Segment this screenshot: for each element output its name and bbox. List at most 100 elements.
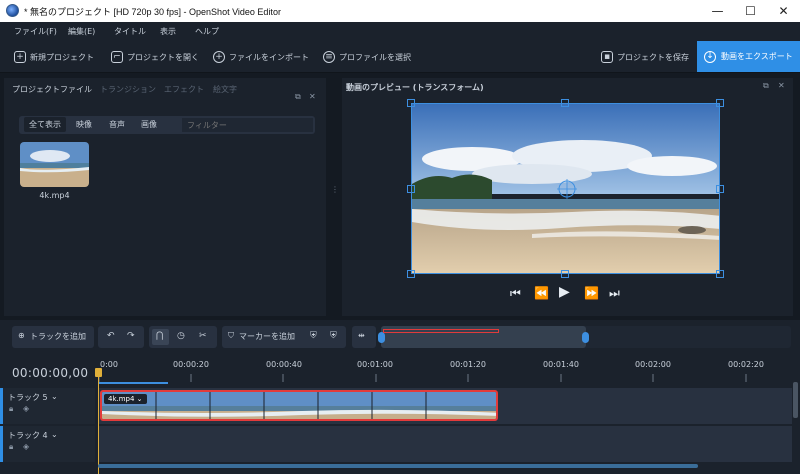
zoom-handle-left[interactable] <box>378 332 385 343</box>
play-icon[interactable]: ▶ <box>559 284 570 300</box>
visibility-icon[interactable]: ◈ <box>23 404 29 413</box>
undo-icon[interactable]: ↶ <box>107 331 115 341</box>
clip-label: 4k.mp4 ⌄ <box>104 394 147 404</box>
track-header: トラック 5 ⌄ 🔒︎ ◈ <box>0 388 95 424</box>
filter-video-button[interactable]: 映像 <box>76 119 92 130</box>
lock-icon[interactable]: 🔒︎ <box>9 404 13 414</box>
transform-handle-top-right[interactable] <box>716 99 724 107</box>
next-marker-icon[interactable]: ⛨ <box>330 331 337 341</box>
float-preview-icon[interactable]: ⧉ <box>763 81 769 91</box>
new-project-button[interactable]: + 新規プロジェクト <box>14 47 94 67</box>
vertical-splitter-handle[interactable]: ⋮ <box>331 185 339 194</box>
open-project-button[interactable]: ⌐ プロジェクトを開く <box>111 47 199 67</box>
transform-handle-top[interactable] <box>561 99 569 107</box>
add-track-button[interactable]: ⊕ トラックを追加 <box>12 326 94 348</box>
edit-tools-group: ⋂ ◷ ✂ <box>149 326 217 348</box>
export-video-button[interactable]: ↓ 動画をエクスポート <box>697 41 800 72</box>
add-circle-icon: + <box>213 51 225 63</box>
open-project-label: プロジェクトを開く <box>127 52 199 62</box>
track-menu-chevron-icon[interactable]: ⌄ <box>51 392 58 401</box>
ruler-tick: 00:01:00 <box>357 360 393 369</box>
close-preview-icon[interactable]: ✕ <box>778 81 785 90</box>
video-clip[interactable]: 4k.mp4 ⌄ <box>100 390 498 421</box>
export-video-label: 動画をエクスポート <box>721 52 793 61</box>
preview-panel: 動画のプレビュー (トランスフォーム) ⧉ ✕ ⏮ ⏪ ▶ ⏩ ⏭ <box>342 78 793 316</box>
timeline-zoom-slider[interactable] <box>378 326 791 348</box>
playhead-handle[interactable] <box>95 368 102 377</box>
snapping-icon[interactable]: ⋂ <box>156 331 163 341</box>
profile-icon: ≡ <box>323 51 335 63</box>
time-ruler[interactable] <box>98 372 798 384</box>
track-name: トラック 5 <box>8 393 48 402</box>
maximize-button[interactable]: ☐ <box>734 0 767 22</box>
horizontal-scrollbar[interactable] <box>98 464 698 468</box>
zoom-handle-right[interactable] <box>582 332 589 343</box>
center-timeline-button[interactable]: ⇹ <box>352 326 376 348</box>
filter-input[interactable] <box>182 118 313 132</box>
tab-emojis[interactable]: 絵文字 <box>213 84 237 95</box>
undo-redo-group: ↶ ↷ <box>98 326 144 348</box>
track-4[interactable]: トラック 4 ⌄ 🔒︎ ◈ <box>0 426 800 462</box>
menu-view[interactable]: 表示 <box>160 26 176 37</box>
plus-icon: + <box>14 51 26 63</box>
import-files-label: ファイルをインポート <box>229 52 309 62</box>
track-name: トラック 4 <box>8 431 48 440</box>
save-project-button[interactable]: ▪ プロジェクトを保存 <box>601 47 689 67</box>
import-files-button[interactable]: + ファイルをインポート <box>213 47 309 67</box>
clip-label-text: 4k.mp4 <box>108 395 135 403</box>
file-name: 4k.mp4 <box>39 191 70 200</box>
rewind-icon[interactable]: ⏪ <box>534 286 549 300</box>
file-thumbnail[interactable] <box>20 142 89 187</box>
close-panel-icon[interactable]: ✕ <box>309 92 316 101</box>
transform-handle-bottom-right[interactable] <box>716 270 724 278</box>
playhead[interactable] <box>95 368 102 474</box>
video-preview-frame[interactable] <box>411 103 720 274</box>
menu-help[interactable]: ヘルプ <box>195 26 219 37</box>
add-marker-label[interactable]: マーカーを追加 <box>239 331 295 342</box>
fast-forward-icon[interactable]: ⏩ <box>584 286 599 300</box>
track-menu-chevron-icon[interactable]: ⌄ <box>51 430 58 439</box>
vertical-scrollbar[interactable] <box>793 382 798 418</box>
menu-edit[interactable]: 編集(E) <box>68 26 95 37</box>
ruler-tick: 00:01:20 <box>450 360 486 369</box>
track-lane[interactable] <box>98 426 792 462</box>
window-title: * 無名のプロジェクト [HD 720p 30 fps] - OpenShot … <box>24 7 281 17</box>
filter-image-button[interactable]: 画像 <box>141 119 157 130</box>
previous-marker-icon[interactable]: ⛨ <box>310 331 317 341</box>
clip-thumbnails <box>102 392 496 419</box>
close-button[interactable]: ✕ <box>767 0 800 22</box>
transform-handle-top-left[interactable] <box>407 99 415 107</box>
filter-all-button[interactable]: 全て表示 <box>24 117 66 132</box>
filter-audio-button[interactable]: 音声 <box>109 119 125 130</box>
tab-effects[interactable]: エフェクト <box>164 84 204 95</box>
transform-handle-bottom[interactable] <box>561 270 569 278</box>
razor-icon[interactable]: ✂ <box>199 331 207 341</box>
redo-icon[interactable]: ↷ <box>127 331 135 341</box>
transform-handle-left[interactable] <box>407 185 415 193</box>
center-playhead-icon: ⇹ <box>358 331 365 340</box>
transform-handle-bottom-left[interactable] <box>407 270 415 278</box>
track-header: トラック 4 ⌄ 🔒︎ ◈ <box>0 426 95 462</box>
filter-bar: 全て表示 映像 音声 画像 <box>19 116 315 134</box>
tab-transitions[interactable]: トランジション <box>100 84 156 95</box>
float-panel-icon[interactable]: ⧉ <box>295 92 301 102</box>
ruler-tick: 00:02:00 <box>635 360 671 369</box>
minimize-button[interactable]: — <box>701 0 734 22</box>
timecode-display: 00:00:00,00 <box>12 366 89 380</box>
menu-bar: ファイル(F) 編集(E) タイトル 表示 ヘルプ <box>0 22 800 41</box>
lock-icon[interactable]: 🔒︎ <box>9 442 13 452</box>
jump-start-icon[interactable]: ⏮ <box>510 286 521 301</box>
timing-icon[interactable]: ◷ <box>177 331 185 341</box>
download-icon: ↓ <box>704 50 716 63</box>
add-track-label: トラックを追加 <box>30 332 86 341</box>
visibility-icon[interactable]: ◈ <box>23 442 29 451</box>
new-project-label: 新規プロジェクト <box>30 52 94 62</box>
tab-project-files[interactable]: プロジェクトファイル <box>12 84 92 95</box>
transform-handle-right[interactable] <box>716 185 724 193</box>
timeline-toolbar: ⊕ トラックを追加 ↶ ↷ ⋂ ◷ ✂ ⛉ マーカーを追加 ⛨ ⛨ ⇹ <box>0 320 800 354</box>
menu-title[interactable]: タイトル <box>114 26 146 37</box>
choose-profile-button[interactable]: ≡ プロファイルを選択 <box>323 47 411 67</box>
save-icon: ▪ <box>601 51 613 63</box>
menu-file[interactable]: ファイル(F) <box>14 26 57 37</box>
jump-end-icon[interactable]: ⏭ <box>609 286 620 301</box>
